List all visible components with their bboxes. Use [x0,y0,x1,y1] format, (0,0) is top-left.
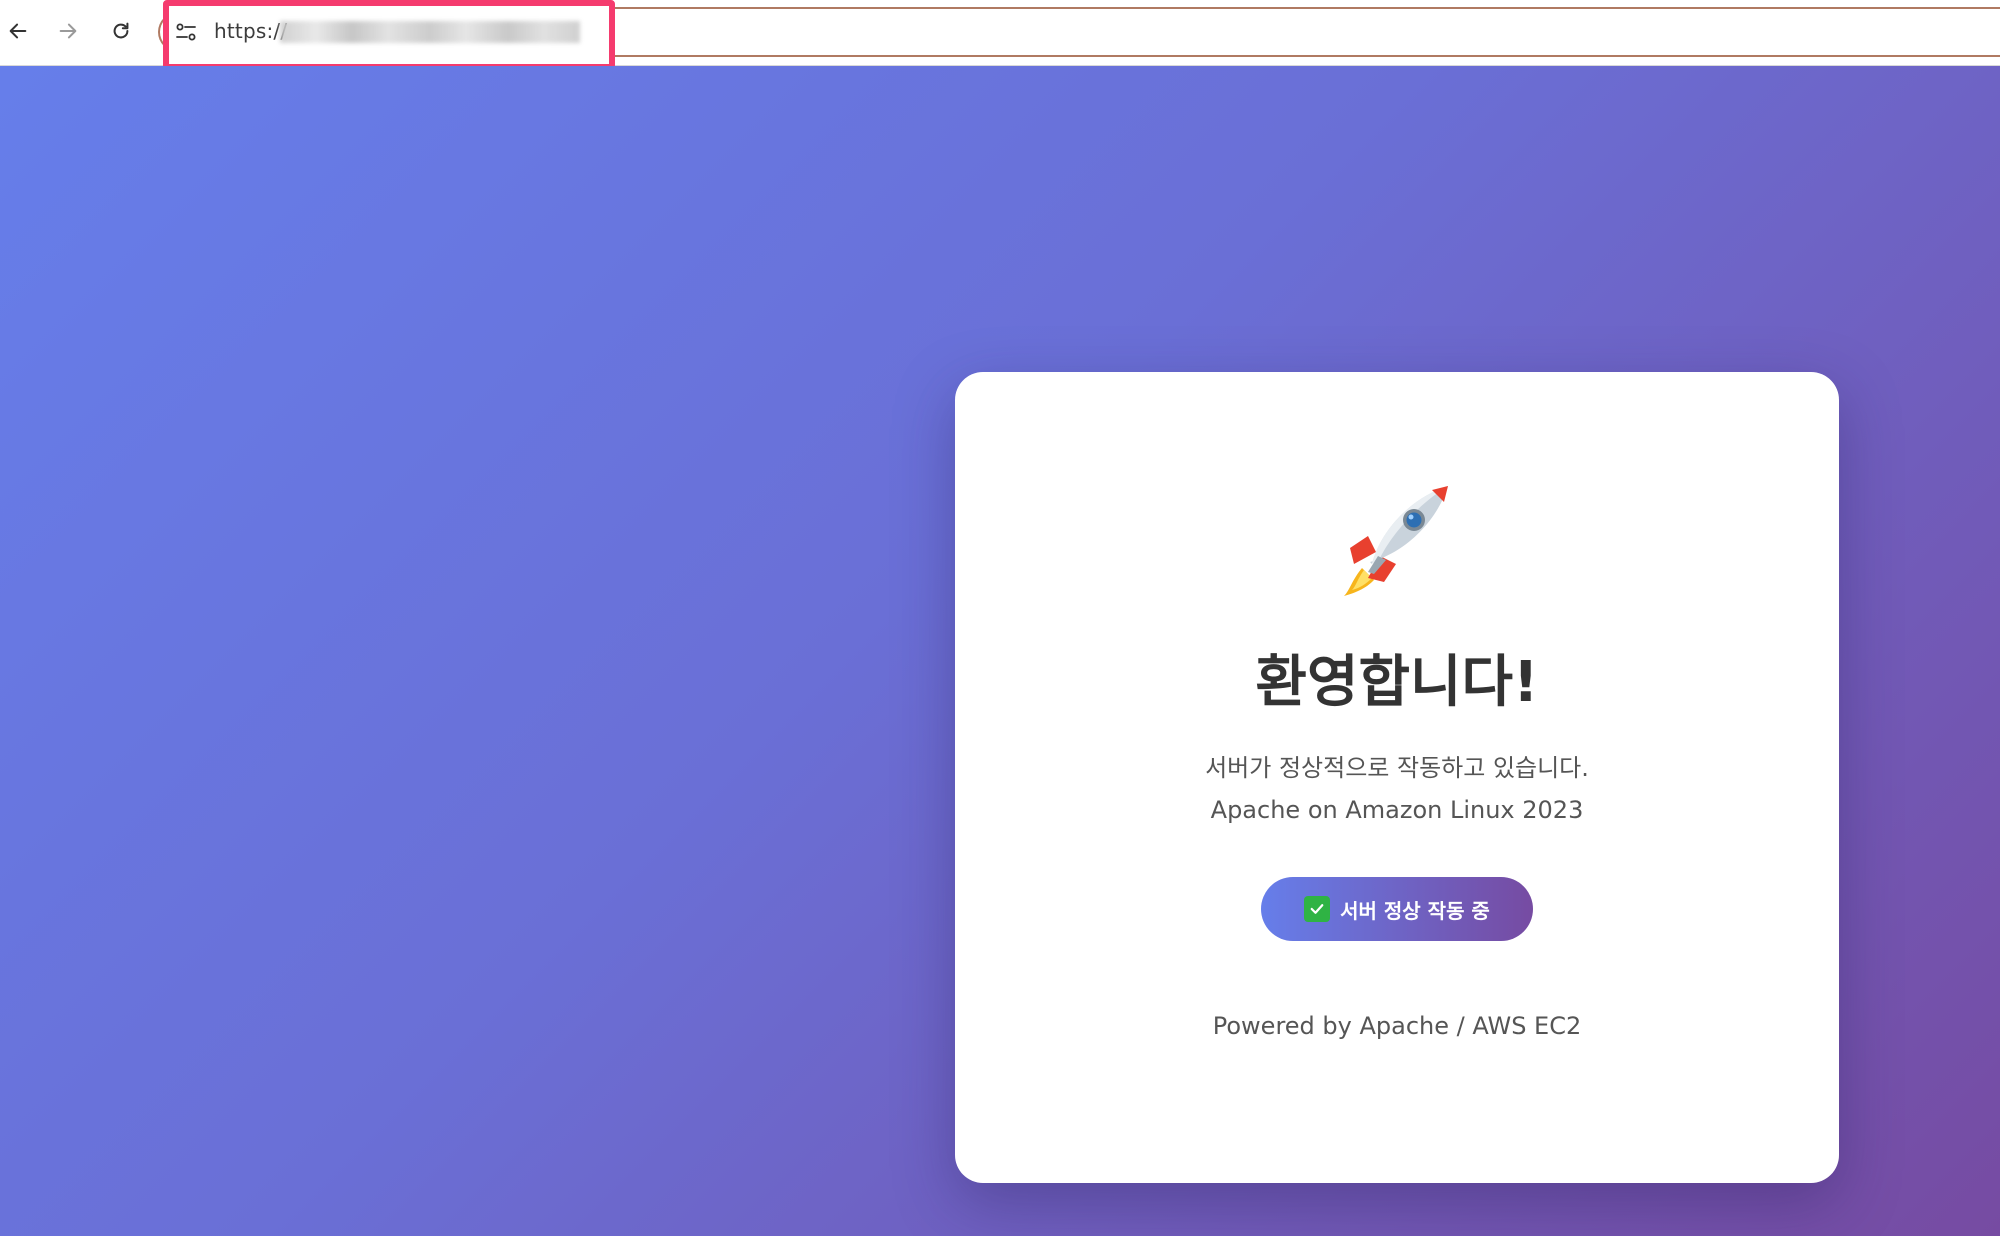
status-badge: 서버 정상 작동 중 [1261,877,1533,941]
page-background: 환영합니다! 서버가 정상적으로 작동하고 있습니다. Apache on Am… [0,66,2000,1236]
forward-button[interactable] [50,13,86,49]
page-title: 환영합니다! [1255,650,1539,715]
arrow-left-icon [9,23,27,39]
status-badge-label: 서버 정상 작동 중 [1340,898,1490,923]
url-text[interactable]: https:// [214,19,287,43]
footer-text: Powered by Apache / AWS EC2 [1212,1012,1582,1040]
back-button[interactable] [0,13,36,49]
check-icon [1304,896,1331,922]
status-message: 서버가 정상적으로 작동하고 있습니다. [1205,754,1589,782]
redacted-url [280,21,580,43]
arrow-right-icon [59,23,77,39]
tune-icon[interactable] [174,20,198,44]
welcome-card: 환영합니다! 서버가 정상적으로 작동하고 있습니다. Apache on Am… [955,372,1839,1183]
server-info: Apache on Amazon Linux 2023 [1210,796,1584,824]
rocket-icon [955,472,1839,629]
reload-icon [113,22,129,39]
browser-toolbar: https:// [0,0,2000,70]
reload-button[interactable] [103,13,139,49]
